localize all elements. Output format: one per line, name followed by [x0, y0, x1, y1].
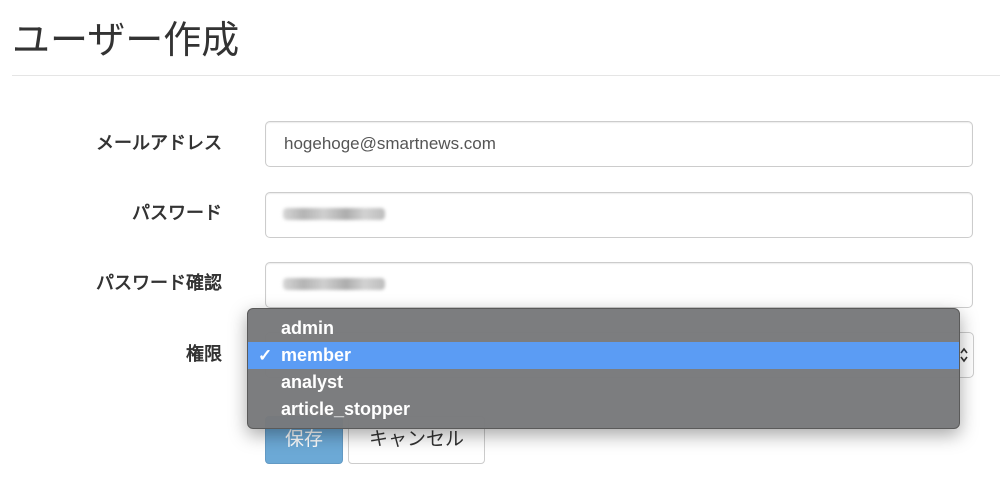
password-label: パスワード	[132, 203, 222, 224]
role-option-label: article_stopper	[281, 399, 411, 419]
password-masked-value	[283, 208, 385, 220]
role-dropdown-menu: admin ✓ member analyst article_stopper	[247, 308, 960, 429]
password-confirm-masked-value	[283, 278, 385, 290]
role-option-admin[interactable]: admin	[248, 315, 959, 342]
email-label: メールアドレス	[96, 133, 222, 154]
password-confirm-label: パスワード確認	[96, 273, 222, 294]
role-option-label: member	[281, 345, 352, 365]
title-divider	[12, 75, 1000, 76]
role-option-label: admin	[281, 318, 335, 338]
role-label: 権限	[186, 344, 222, 365]
role-option-label: analyst	[281, 372, 344, 392]
page-title: ユーザー作成	[12, 18, 240, 62]
role-option-member[interactable]: ✓ member	[248, 342, 959, 369]
checkmark-icon: ✓	[258, 346, 273, 365]
role-option-analyst[interactable]: analyst	[248, 369, 959, 396]
email-field[interactable]	[265, 121, 973, 167]
role-option-article-stopper[interactable]: article_stopper	[248, 396, 959, 423]
chevron-up-down-icon	[960, 347, 968, 363]
